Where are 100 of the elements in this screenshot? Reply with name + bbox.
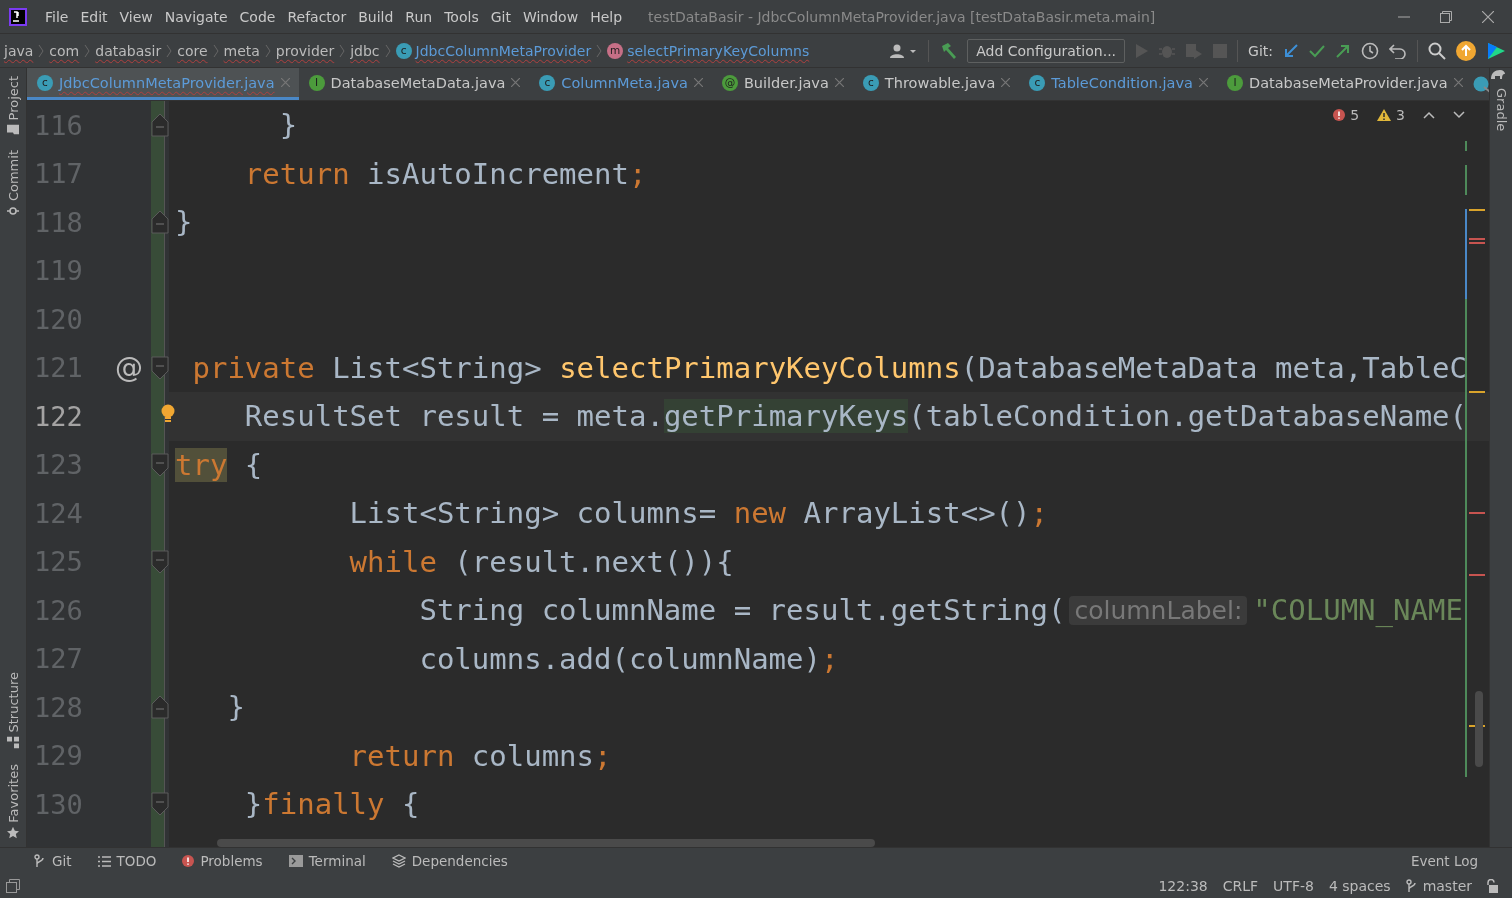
- code-line: return columns;: [348, 737, 612, 775]
- tool-window-button[interactable]: Gradle: [1490, 80, 1512, 140]
- coverage-icon[interactable]: [1185, 42, 1204, 59]
- commit-icon: [7, 205, 19, 218]
- tool-window-button[interactable]: Dependencies: [391, 853, 508, 869]
- line-number: 122: [33, 399, 84, 434]
- breadcrumb[interactable]: com: [49, 42, 80, 59]
- chevron-icon: [212, 43, 219, 58]
- close-icon[interactable]: [1453, 78, 1463, 87]
- close-icon[interactable]: [1482, 10, 1494, 23]
- breadcrumb[interactable]: selectPrimaryKeyColumns: [627, 42, 810, 59]
- breadcrumb[interactable]: provider: [275, 42, 335, 59]
- search-icon[interactable]: [1428, 41, 1446, 60]
- star-icon: [7, 827, 19, 839]
- layers-icon: [391, 854, 406, 868]
- list-icon: [97, 855, 111, 867]
- class-icon: c: [37, 74, 53, 91]
- hammer-icon[interactable]: [939, 41, 958, 60]
- chevron-icon: [264, 43, 271, 58]
- menu-item[interactable]: Help: [584, 8, 629, 25]
- class-icon: c: [539, 74, 556, 91]
- menu-item[interactable]: Edit: [74, 8, 114, 25]
- interface-icon: I: [308, 74, 325, 91]
- panel-toggle-icon[interactable]: [6, 878, 20, 893]
- breadcrumb[interactable]: JdbcColumnMetaProvider: [415, 42, 592, 59]
- lightbulb-icon[interactable]: [161, 404, 175, 424]
- event-log-button[interactable]: Event Log: [1410, 853, 1478, 869]
- close-icon[interactable]: [693, 78, 703, 87]
- elephant-icon[interactable]: [1490, 68, 1506, 80]
- editor-tab[interactable]: c JdbcColumnMetaProvider.java: [27, 68, 299, 100]
- fold-icon[interactable]: [151, 355, 169, 380]
- editor-tab[interactable]: c Throwable.java: [852, 68, 1020, 100]
- indent-setting[interactable]: 4 spaces: [1328, 877, 1391, 894]
- git-branch[interactable]: master: [1422, 877, 1472, 894]
- restore-icon[interactable]: [1440, 10, 1452, 23]
- tool-window-button[interactable]: Structure: [0, 663, 26, 757]
- warning-count: 3: [1396, 107, 1405, 123]
- tool-window-button[interactable]: Commit: [0, 142, 26, 226]
- class-icon: c: [1029, 74, 1046, 91]
- tool-window-button[interactable]: Problems: [182, 853, 263, 869]
- code-line: List<String> columns= new ArrayList<>();: [348, 495, 1048, 533]
- add-configuration-button[interactable]: Add Configuration...: [967, 38, 1126, 63]
- history-icon[interactable]: [1361, 41, 1379, 60]
- stop-icon[interactable]: [1213, 43, 1228, 58]
- close-icon[interactable]: [511, 78, 521, 87]
- toolbox-logo-icon[interactable]: [1486, 40, 1506, 61]
- breadcrumb[interactable]: meta: [223, 42, 260, 59]
- gutter-marker[interactable]: @: [115, 351, 143, 385]
- fold-icon[interactable]: [151, 452, 169, 477]
- editor-tab[interactable]: I DatabaseMetaData.java: [298, 68, 530, 100]
- branch-icon: [34, 854, 46, 868]
- update-arrow-icon[interactable]: [1283, 42, 1299, 59]
- user-icon[interactable]: [890, 42, 919, 59]
- menu-item[interactable]: Code: [233, 8, 282, 25]
- caret-position[interactable]: 122:38: [1158, 877, 1208, 894]
- menu-item[interactable]: Run: [399, 8, 439, 25]
- chevron-icon: [38, 43, 45, 58]
- chevron-icon: [339, 43, 346, 58]
- scrollbar-thumb[interactable]: [1475, 691, 1483, 767]
- line-separator[interactable]: CRLF: [1222, 877, 1259, 894]
- tool-window-button[interactable]: Favorites: [0, 756, 26, 847]
- close-icon[interactable]: [1199, 78, 1208, 87]
- breadcrumb[interactable]: databasir: [95, 42, 162, 59]
- push-arrow-icon[interactable]: [1335, 42, 1351, 59]
- menu-item[interactable]: Tools: [438, 8, 485, 25]
- tool-window-button[interactable]: Terminal: [288, 853, 366, 869]
- menu-item[interactable]: File: [39, 8, 75, 25]
- tool-window-button[interactable]: TODO: [97, 853, 157, 869]
- editor-tab[interactable]: I DatabaseMetaProvider.java: [1217, 68, 1472, 100]
- close-icon[interactable]: [834, 78, 844, 87]
- breadcrumb[interactable]: core: [177, 42, 208, 59]
- editor-tab[interactable]: @ Builder.java: [711, 68, 853, 100]
- code-line: }: [174, 204, 193, 242]
- menu-item[interactable]: Build: [352, 8, 400, 25]
- upload-circle-icon[interactable]: [1456, 40, 1476, 61]
- menu-item[interactable]: Window: [516, 8, 585, 25]
- structure-icon: [7, 736, 19, 749]
- undo-icon[interactable]: [1389, 42, 1407, 59]
- tool-window-button[interactable]: Git: [34, 853, 72, 869]
- close-icon[interactable]: [1001, 78, 1011, 87]
- git-label: Git:: [1248, 42, 1273, 59]
- code-line: }: [278, 107, 298, 145]
- file-encoding[interactable]: UTF-8: [1273, 877, 1314, 894]
- class-icon: c: [862, 74, 879, 91]
- menu-item[interactable]: View: [113, 8, 159, 25]
- scrollbar-thumb[interactable]: [217, 839, 875, 847]
- breadcrumb[interactable]: jdbc: [350, 42, 380, 59]
- menu-item[interactable]: Refactor: [281, 8, 353, 25]
- menu-item[interactable]: Git: [484, 8, 517, 25]
- editor-tab[interactable]: c TableCondition.java: [1019, 68, 1217, 100]
- menu-item[interactable]: Navigate: [158, 8, 234, 25]
- terminal-icon: [288, 855, 303, 867]
- breadcrumb[interactable]: java: [4, 42, 34, 59]
- tool-window-button[interactable]: Project: [0, 68, 26, 143]
- lock-icon[interactable]: [1486, 878, 1498, 893]
- editor-tab[interactable]: c ColumnMeta.java: [529, 68, 712, 100]
- error-icon: [182, 855, 195, 867]
- run-icon[interactable]: [1135, 42, 1150, 59]
- fold-icon[interactable]: [151, 549, 169, 574]
- class-search-icon[interactable]: [1471, 75, 1492, 93]
